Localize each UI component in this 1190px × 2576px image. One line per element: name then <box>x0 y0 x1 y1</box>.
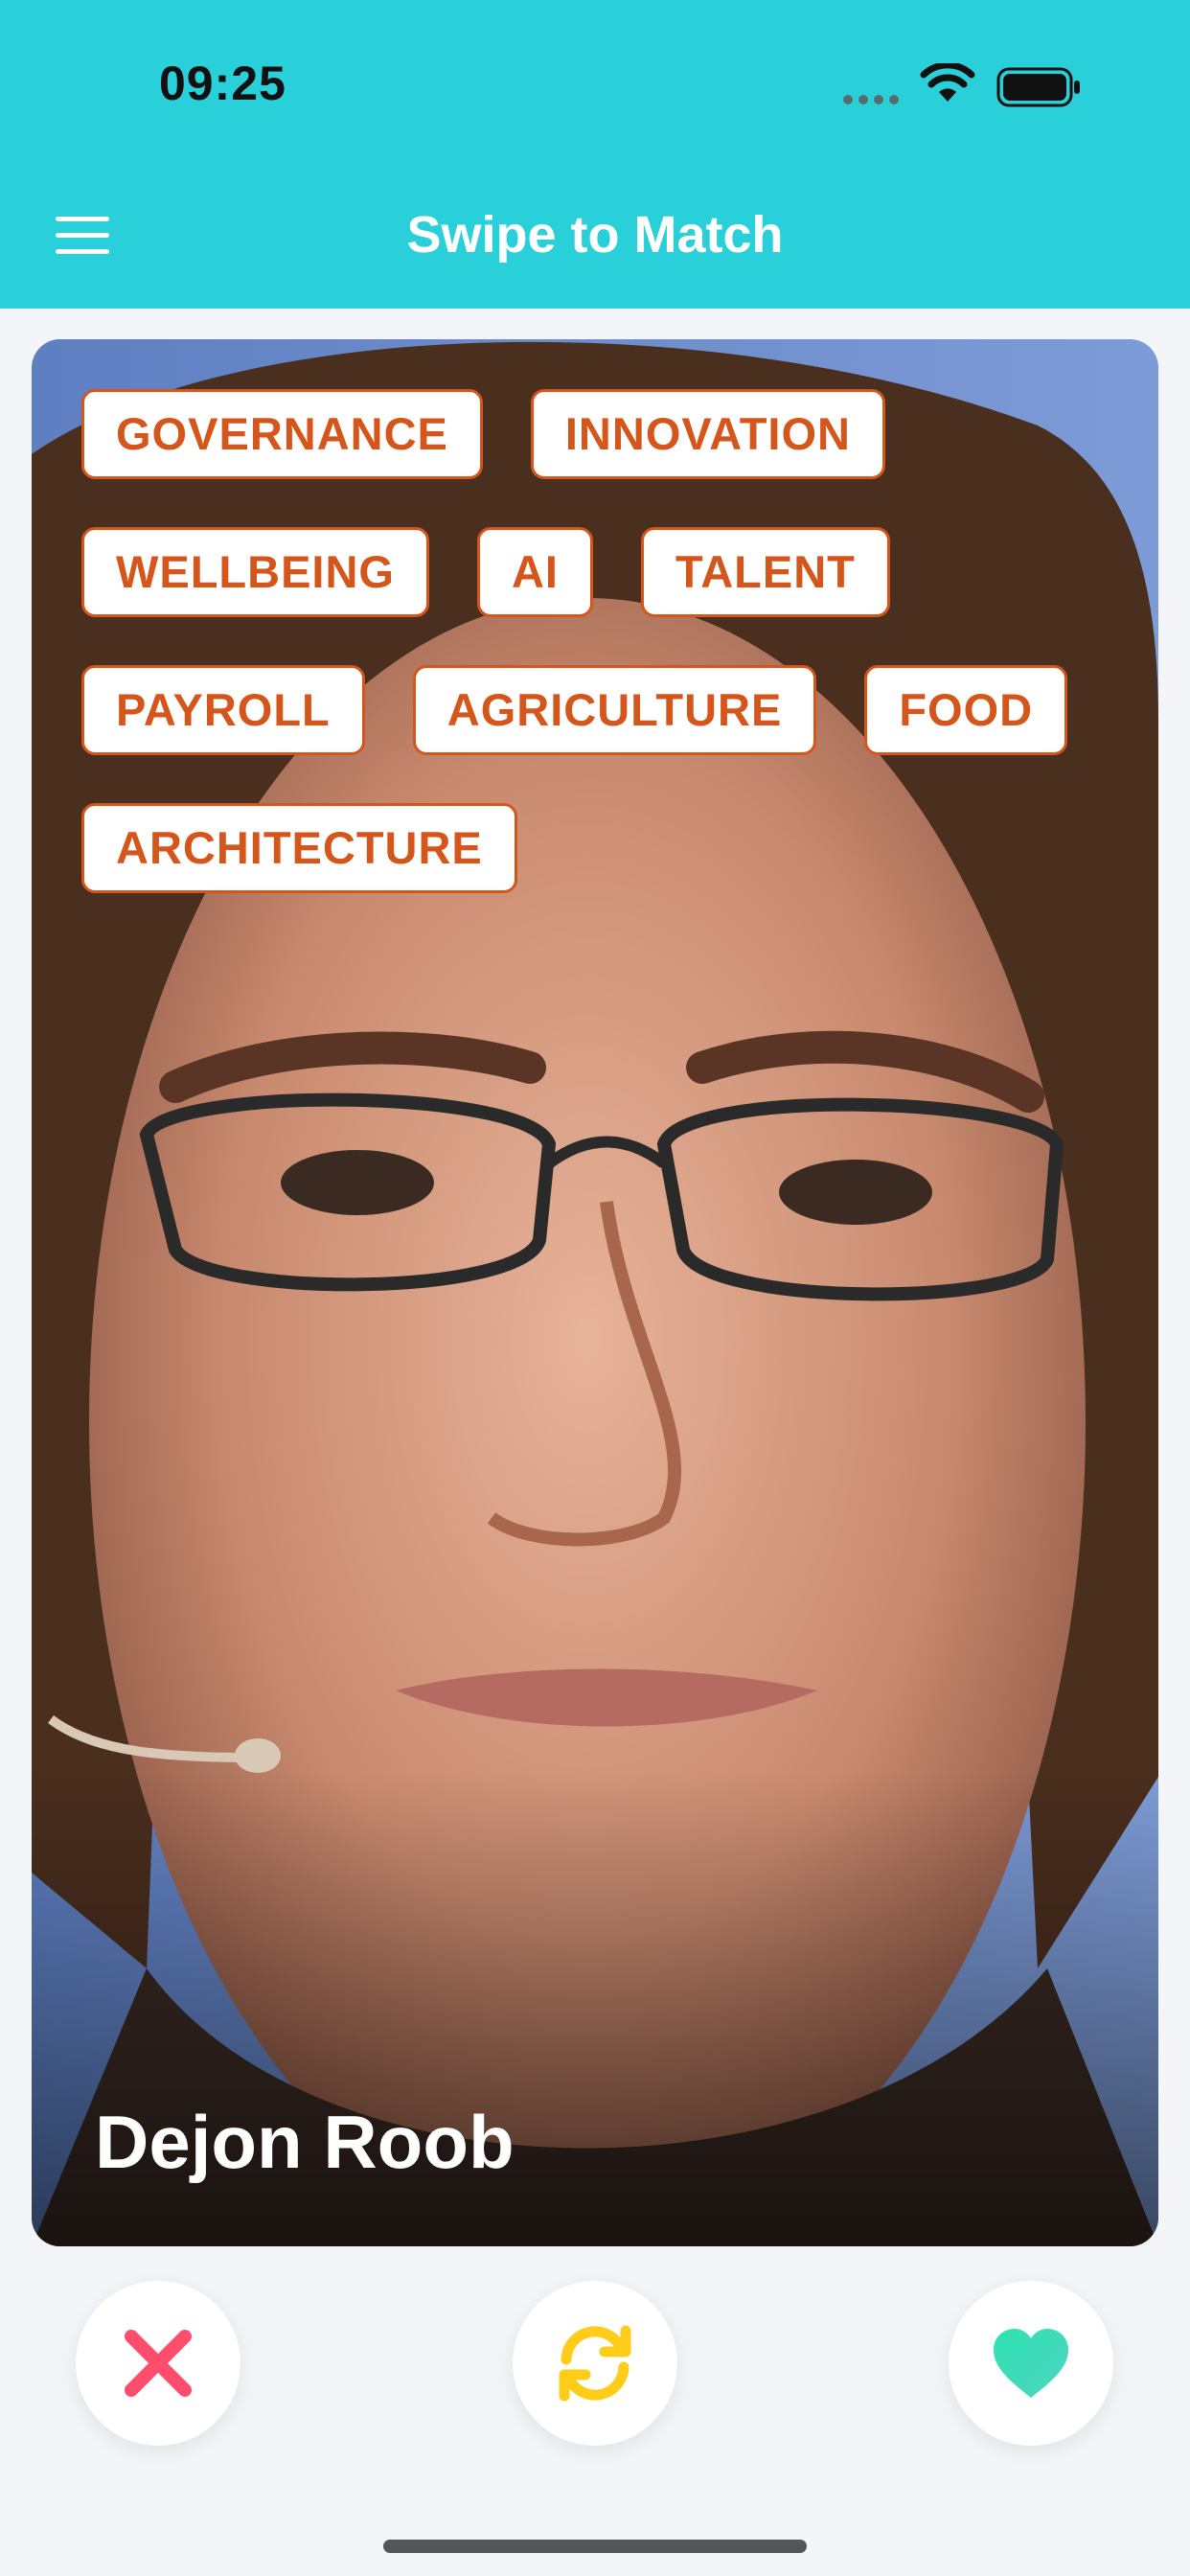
status-time: 09:25 <box>159 57 286 110</box>
heart-icon <box>994 2329 1068 2398</box>
interest-tags: GOVERNANCE INNOVATION WELLBEING AI TALEN… <box>81 389 1116 893</box>
profile-card[interactable]: GOVERNANCE INNOVATION WELLBEING AI TALEN… <box>32 339 1158 2246</box>
refresh-button[interactable] <box>513 2281 677 2446</box>
refresh-icon <box>559 2325 631 2402</box>
cellular-signal-icon <box>843 92 904 109</box>
tag-innovation: INNOVATION <box>530 389 885 479</box>
tag-payroll: PAYROLL <box>81 665 365 755</box>
wifi-icon <box>920 63 975 102</box>
close-icon <box>125 2330 192 2397</box>
home-indicator[interactable] <box>383 2540 807 2553</box>
tag-agriculture: AGRICULTURE <box>412 665 817 755</box>
like-button[interactable] <box>949 2281 1113 2446</box>
tag-wellbeing: WELLBEING <box>81 527 429 617</box>
profile-name: Dejon Roob <box>95 2100 515 2184</box>
tag-ai: AI <box>476 527 593 617</box>
dislike-button[interactable] <box>76 2281 240 2446</box>
tag-food: FOOD <box>864 665 1068 755</box>
battery-icon <box>996 67 1080 107</box>
app-header: 09:25 Swipe to Match <box>0 0 1190 309</box>
tag-architecture: ARCHITECTURE <box>81 803 517 893</box>
page-title: Swipe to Match <box>406 206 784 264</box>
tag-governance: GOVERNANCE <box>81 389 483 479</box>
tag-talent: TALENT <box>640 527 890 617</box>
